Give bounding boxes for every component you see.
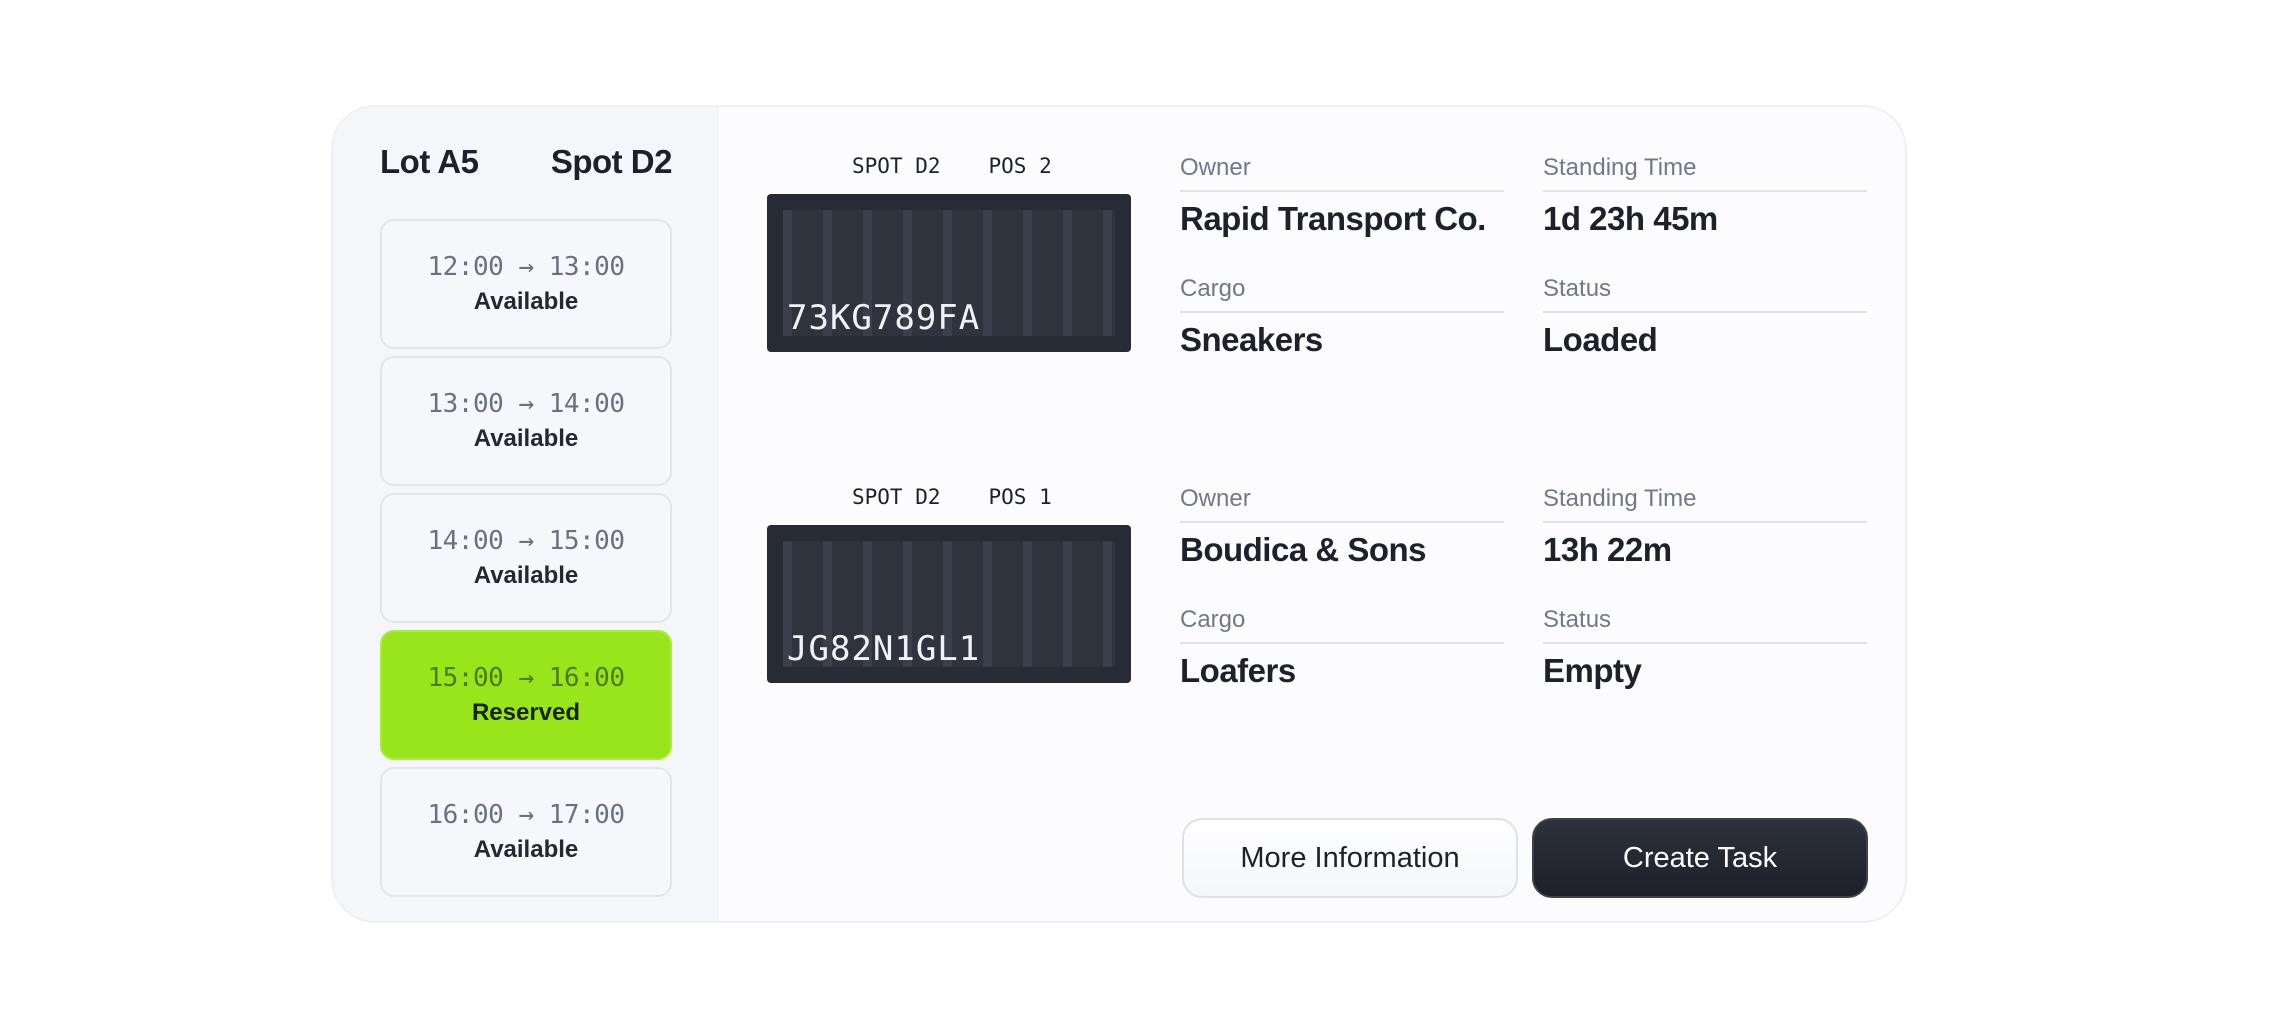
standing-time-field: Standing Time 13h 22m	[1543, 485, 1867, 569]
slot-time: 13:00 → 14:00	[427, 389, 626, 419]
more-information-button[interactable]: More Information	[1182, 818, 1518, 898]
cargo-label: Cargo	[1180, 275, 1504, 313]
standing-time-field: Standing Time 1d 23h 45m	[1543, 154, 1867, 238]
owner-label: Owner	[1180, 154, 1504, 192]
time-slot[interactable]: 16:00 → 17:00 Available	[380, 767, 672, 897]
container-spot: SPOT D2	[852, 485, 941, 509]
status-field: Status Loaded	[1543, 275, 1867, 359]
time-slot-reserved[interactable]: 15:00 → 16:00 Reserved	[380, 630, 672, 760]
slot-time: 14:00 → 15:00	[427, 526, 626, 556]
slot-state: Available	[473, 288, 579, 315]
slot-time: 12:00 → 13:00	[427, 252, 626, 282]
slot-state: Available	[473, 425, 579, 452]
owner-field: Owner Rapid Transport Co.	[1180, 154, 1504, 238]
sidebar-header: Lot A5 Spot D2	[380, 143, 673, 181]
create-task-button[interactable]: Create Task	[1532, 818, 1868, 898]
container-pos: POS 2	[988, 154, 1052, 178]
shipping-container-graphic: 73KG789FA	[767, 194, 1131, 352]
slot-state: Available	[473, 562, 579, 589]
container-id: JG82N1GL1	[787, 629, 981, 669]
cargo-label: Cargo	[1180, 606, 1504, 644]
status-value: Empty	[1543, 652, 1642, 689]
time-slot-list: 12:00 → 13:00 Available 13:00 → 14:00 Av…	[380, 219, 672, 904]
time-slot[interactable]: 13:00 → 14:00 Available	[380, 356, 672, 486]
slot-state: Reserved	[471, 699, 581, 726]
slot-state: Available	[473, 836, 579, 863]
time-slot[interactable]: 12:00 → 13:00 Available	[380, 219, 672, 349]
slot-time: 16:00 → 17:00	[427, 800, 626, 830]
container-pos: POS 1	[988, 485, 1052, 509]
standing-time-value: 1d 23h 45m	[1543, 200, 1718, 237]
spot-title: Spot D2	[550, 143, 673, 180]
slot-time: 15:00 → 16:00	[427, 663, 626, 693]
cargo-value: Sneakers	[1180, 321, 1323, 358]
container-location: SPOT D2 POS 2	[852, 154, 1052, 178]
container-spot: SPOT D2	[852, 154, 941, 178]
status-label: Status	[1543, 606, 1867, 644]
cargo-field: Cargo Loafers	[1180, 606, 1504, 690]
status-label: Status	[1543, 275, 1867, 313]
cargo-value: Loafers	[1180, 652, 1296, 689]
owner-field: Owner Boudica & Sons	[1180, 485, 1504, 569]
schedule-sidebar: Lot A5 Spot D2 12:00 → 13:00 Available 1…	[333, 107, 719, 921]
container-id: 73KG789FA	[787, 298, 981, 338]
standing-time-label: Standing Time	[1543, 485, 1867, 523]
shipping-container-graphic: JG82N1GL1	[767, 525, 1131, 683]
time-slot[interactable]: 14:00 → 15:00 Available	[380, 493, 672, 623]
owner-label: Owner	[1180, 485, 1504, 523]
owner-value: Rapid Transport Co.	[1180, 200, 1486, 237]
standing-time-label: Standing Time	[1543, 154, 1867, 192]
status-field: Status Empty	[1543, 606, 1867, 690]
container-location: SPOT D2 POS 1	[852, 485, 1052, 509]
lot-title: Lot A5	[380, 143, 479, 180]
spot-detail-card: Lot A5 Spot D2 12:00 → 13:00 Available 1…	[331, 105, 1907, 923]
status-value: Loaded	[1543, 321, 1658, 358]
standing-time-value: 13h 22m	[1543, 531, 1672, 568]
cargo-field: Cargo Sneakers	[1180, 275, 1504, 359]
owner-value: Boudica & Sons	[1180, 531, 1427, 568]
